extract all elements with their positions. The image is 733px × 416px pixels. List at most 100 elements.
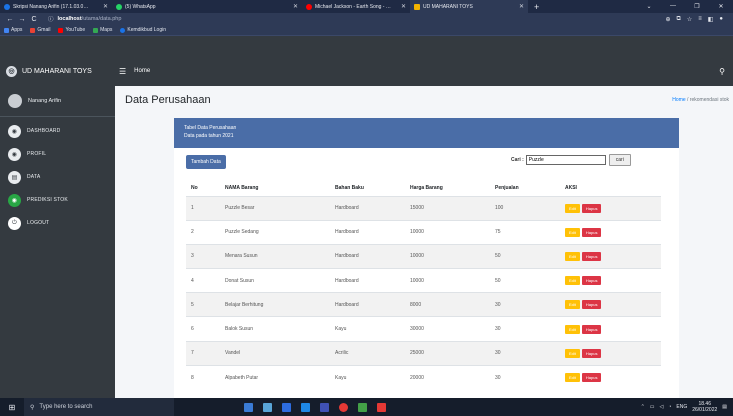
delete-button[interactable]: Hapus	[581, 227, 602, 237]
delete-button[interactable]: Hapus	[581, 324, 602, 334]
edit-button[interactable]: Edit	[565, 251, 580, 261]
brand-link[interactable]: ◎ UD MAHARANI TOYS	[0, 56, 115, 86]
edit-button[interactable]: Edit	[565, 276, 580, 286]
search-button[interactable]: cari	[608, 154, 631, 166]
tab-favicon-icon	[414, 3, 420, 10]
sidepanel-icon[interactable]: ◧	[708, 16, 714, 23]
edit-button[interactable]: Edit	[565, 373, 580, 383]
tab-search-icon[interactable]: ⌄	[637, 3, 661, 10]
column-header: Harga Barang	[405, 180, 490, 197]
bookmark-gmail[interactable]: Gmail	[30, 27, 50, 33]
table-header-row: No NAMA Barang Bahan Baku Harga Barang P…	[186, 180, 661, 197]
tray-chevron-icon[interactable]: ⌃	[641, 404, 645, 410]
delete-button[interactable]: Hapus	[581, 276, 602, 286]
column-header: NAMA Barang	[220, 180, 330, 197]
sidebar-item-label: DASHBOARD	[27, 128, 61, 134]
app-icon[interactable]	[377, 402, 386, 412]
windows-start-icon[interactable]: ⊞	[0, 403, 24, 412]
bookmark-apps[interactable]: Apps	[4, 27, 22, 33]
browser-tab[interactable]: Skripsi Nanang Arifin (17.1.03.0… ✕	[0, 0, 112, 13]
browser-tab[interactable]: Michael Jackson - Earth Song - … ✕	[302, 0, 410, 13]
close-icon[interactable]: ✕	[293, 3, 298, 10]
table-cell: Puzzle Besar	[220, 195, 330, 221]
star-icon[interactable]: ☆	[687, 16, 692, 23]
add-data-button[interactable]: Tambah Data	[186, 155, 226, 169]
info-icon[interactable]: ⓘ	[48, 15, 54, 23]
delete-button[interactable]: Hapus	[581, 251, 602, 261]
table-cell: 15000	[405, 195, 490, 221]
wifi-icon[interactable]: ◔	[668, 404, 671, 410]
media-icon[interactable]: ≡	[698, 16, 702, 23]
column-header: AKSI	[560, 180, 661, 197]
table-cell: 30	[490, 364, 560, 390]
sidebar-item-prediksi-stok[interactable]: ◉ PREDIKSI STOK	[0, 191, 115, 209]
app-icon[interactable]	[301, 402, 310, 412]
delete-button[interactable]: Hapus	[581, 373, 602, 383]
taskbar-search[interactable]: ⚲ Type here to search	[24, 398, 174, 416]
table-cell: Hardboard	[330, 243, 405, 269]
table-row: 5 Belajar Berhitung Hardboard 8000 30 Edit Hap…	[186, 292, 661, 317]
bookmark-kemdikbud[interactable]: Kemdikbud Login	[120, 27, 166, 33]
close-window-icon[interactable]: ✕	[709, 3, 733, 10]
sidebar-item-logout[interactable]: ⏻ LOGOUT	[0, 214, 115, 232]
profile-avatar-icon[interactable]: ●	[719, 16, 723, 23]
table-cell: 50	[490, 243, 560, 269]
close-icon[interactable]: ✕	[519, 3, 524, 10]
edit-button[interactable]: Edit	[565, 300, 580, 310]
sidebar-item-data[interactable]: ▤ DATA	[0, 168, 115, 186]
bookmarks-bar: Apps Gmail YouTube Maps Kemdikbud Login	[0, 25, 733, 36]
search-input[interactable]	[525, 155, 606, 165]
menu-toggle-icon[interactable]: ☰	[119, 67, 126, 76]
sidebar-item-profil[interactable]: ◉ PROFIL	[0, 145, 115, 163]
edit-button[interactable]: Edit	[565, 348, 580, 358]
bookmark-youtube[interactable]: YouTube	[58, 27, 85, 33]
nav-home-link[interactable]: Home	[134, 68, 150, 74]
search-icon[interactable]: ⚲	[719, 67, 725, 76]
breadcrumb-home-link[interactable]: Home	[672, 97, 685, 103]
close-icon[interactable]: ✕	[401, 3, 406, 10]
edit-button[interactable]: Edit	[565, 203, 580, 213]
share-icon[interactable]: ⧉	[677, 16, 681, 23]
bookmark-maps[interactable]: Maps	[93, 27, 112, 33]
lang-indicator[interactable]: ENG	[676, 404, 687, 410]
table-actions-cell: Edit Hapus	[560, 364, 661, 390]
app-icon[interactable]	[282, 402, 291, 412]
file-explorer-icon[interactable]	[244, 402, 253, 412]
user-name: Nanang Arifin	[28, 98, 62, 104]
user-panel[interactable]: Nanang Arifin	[0, 86, 115, 117]
chrome-icon[interactable]	[339, 402, 348, 412]
delete-button[interactable]: Hapus	[581, 300, 602, 310]
edit-button[interactable]: Edit	[565, 227, 580, 237]
maximize-icon[interactable]: ❐	[685, 3, 709, 10]
reload-icon[interactable]: C	[28, 16, 40, 23]
breadcrumb: Home / rekomendasi stok	[672, 97, 729, 103]
url-field[interactable]: ⓘ localhost /utama/data.php	[44, 15, 665, 24]
forward-icon[interactable]: →	[16, 16, 28, 23]
delete-button[interactable]: Hapus	[581, 348, 602, 358]
notification-icon[interactable]: ▤	[722, 404, 727, 410]
edit-button[interactable]: Edit	[565, 324, 580, 334]
data-icon: ▤	[8, 170, 21, 184]
browser-tab-active[interactable]: UD MAHARANI TOYS ✕	[410, 0, 528, 13]
app-icon[interactable]	[320, 402, 329, 412]
app-icon[interactable]	[358, 402, 367, 412]
app-icon[interactable]	[263, 402, 272, 412]
zoom-icon[interactable]: ⊕	[665, 16, 670, 23]
table-cell: Belajar Berhitung	[220, 292, 330, 317]
new-tab-button[interactable]: +	[528, 2, 545, 12]
volume-icon[interactable]: ◁	[660, 404, 664, 410]
table-cell: Balok Susun	[220, 316, 330, 342]
minimize-icon[interactable]: —	[661, 3, 685, 10]
close-icon[interactable]: ✕	[103, 3, 108, 10]
table-cell: Hardboard	[330, 268, 405, 293]
back-icon[interactable]: ←	[4, 16, 16, 23]
table-cell: Hardboard	[330, 292, 405, 317]
delete-button[interactable]: Hapus	[581, 203, 602, 213]
browser-tab[interactable]: (5) WhatsApp ✕	[112, 0, 302, 13]
network-icon[interactable]: ▭	[650, 404, 655, 410]
clock[interactable]: 18.46 26/01/2022	[692, 401, 717, 413]
browser-tab-bar: Skripsi Nanang Arifin (17.1.03.0… ✕ (5) …	[0, 0, 733, 13]
sidebar-item-dashboard[interactable]: ◉ DASHBOARD	[0, 122, 115, 140]
table-cell: 5	[186, 292, 220, 317]
bookmark-label: Maps	[100, 27, 113, 33]
